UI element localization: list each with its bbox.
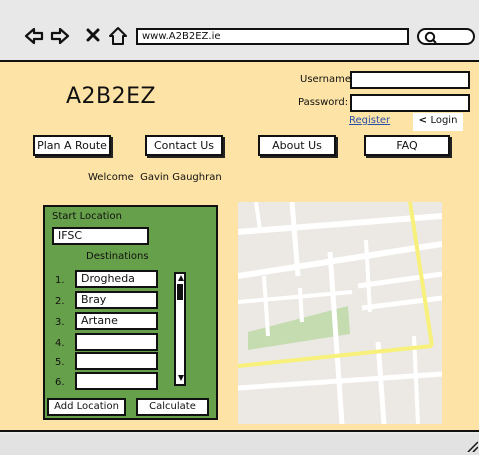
destination-number: 6. (55, 377, 65, 388)
url-text: www.A2B2EZ.ie (142, 31, 221, 42)
destination-input-1[interactable]: Drogheda (75, 270, 158, 288)
destination-input-3[interactable]: Artane (75, 312, 158, 330)
welcome-text: Welcome Gavin Gaughran (88, 172, 222, 183)
destination-input-2[interactable]: Bray (75, 291, 158, 309)
nav-faq[interactable]: FAQ (364, 135, 450, 156)
calculate-button[interactable]: Calculate (136, 398, 209, 416)
add-location-button[interactable]: Add Location (47, 398, 126, 416)
scroll-down-icon[interactable] (177, 374, 185, 382)
address-bar[interactable]: www.A2B2EZ.ie (136, 28, 409, 45)
destination-input-4[interactable] (75, 333, 158, 351)
destinations-label: Destinations (86, 251, 149, 262)
destinations-scrollbar[interactable] (174, 272, 186, 386)
username-label: Username: (300, 74, 355, 85)
back-icon[interactable] (24, 27, 44, 45)
stop-icon[interactable] (86, 28, 100, 42)
destination-input-5[interactable] (75, 352, 158, 370)
map-view[interactable] (238, 202, 442, 424)
start-location-input[interactable]: IFSC (52, 227, 149, 245)
login-button-label: Login (430, 115, 458, 126)
password-input[interactable] (350, 94, 470, 112)
destination-input-6[interactable] (75, 372, 158, 390)
home-icon[interactable] (108, 26, 128, 46)
resize-grip-icon[interactable] (466, 440, 478, 452)
nav-about-us[interactable]: About Us (258, 135, 336, 156)
nav-contact-us[interactable]: Contact Us (145, 135, 223, 156)
destination-number: 3. (55, 317, 65, 328)
forward-icon[interactable] (50, 27, 70, 45)
scroll-up-icon[interactable] (177, 274, 185, 282)
browser-status-bar (0, 434, 479, 455)
search-icon (424, 31, 437, 44)
username-input[interactable] (350, 71, 470, 89)
destination-number: 1. (55, 275, 65, 286)
start-location-label: Start Location (52, 211, 122, 222)
map-graphic (238, 202, 442, 424)
destination-number: 2. (55, 296, 65, 307)
chevron-left-icon: < (418, 115, 431, 126)
nav-plan-route[interactable]: Plan A Route (33, 135, 111, 156)
register-link[interactable]: Register (349, 115, 390, 126)
scroll-thumb[interactable] (177, 284, 183, 300)
site-logo: A2B2EZ (66, 84, 157, 109)
password-label: Password: (298, 97, 349, 108)
login-button[interactable]: < Login (413, 113, 463, 131)
destination-number: 4. (55, 338, 65, 349)
search-box[interactable] (417, 28, 475, 45)
destination-number: 5. (55, 357, 65, 368)
